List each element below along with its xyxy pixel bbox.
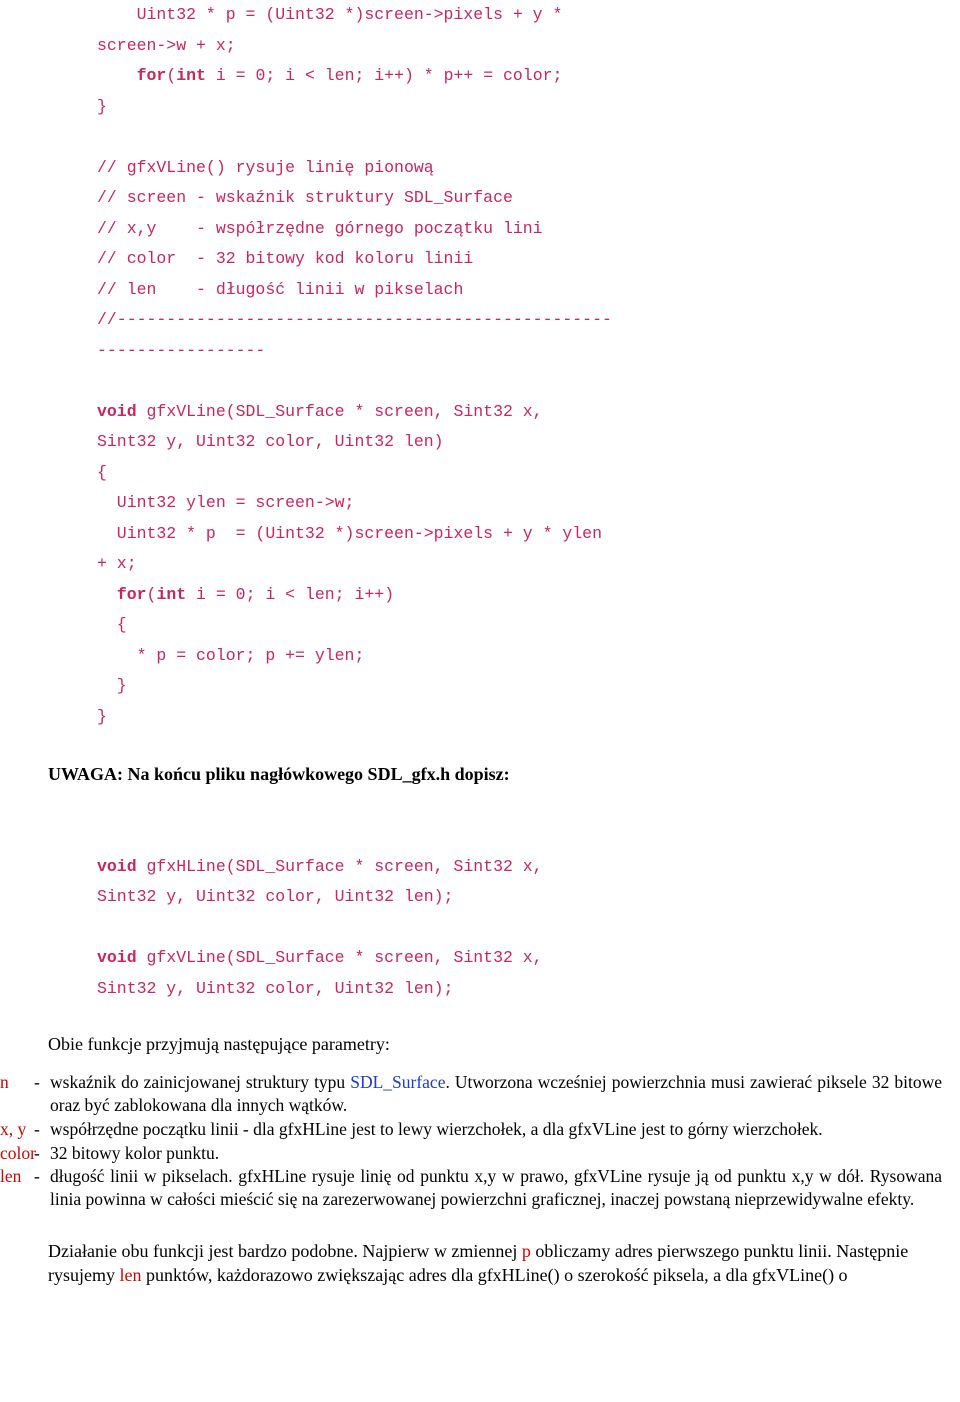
keyword-void: void bbox=[97, 402, 137, 421]
code-line: screen->w + x; bbox=[97, 31, 920, 62]
variable-p: p bbox=[522, 1241, 531, 1261]
code-block-1: Uint32 * p = (Uint32 *)screen->pixels + … bbox=[97, 0, 920, 732]
variable-len: len bbox=[120, 1265, 142, 1285]
blank-line bbox=[97, 913, 920, 944]
blank-line bbox=[97, 366, 920, 397]
code-line: Uint32 * p = (Uint32 *)screen->pixels + … bbox=[97, 519, 920, 550]
param-color: color - 32 bitowy kolor punktu. bbox=[0, 1142, 942, 1165]
code-line: } bbox=[97, 92, 920, 123]
param-name: len bbox=[0, 1165, 34, 1188]
code-line: { bbox=[97, 458, 920, 489]
code-line: Sint32 y, Uint32 color, Uint32 len) bbox=[97, 427, 920, 458]
param-dash: - bbox=[34, 1142, 50, 1165]
code-line: void gfxVLine(SDL_Surface * screen, Sint… bbox=[97, 397, 920, 428]
link-sdl-surface[interactable]: SDL_Surface bbox=[350, 1072, 445, 1092]
code-line: * p = color; p += ylen; bbox=[97, 641, 920, 672]
code-line: // len - długość linii w pikselach bbox=[97, 275, 920, 306]
param-dash: - bbox=[34, 1071, 50, 1094]
code-line: Uint32 ylen = screen->w; bbox=[97, 488, 920, 519]
param-desc: długość linii w pikselach. gfxHLine rysu… bbox=[50, 1165, 942, 1211]
param-len: len - długość linii w pikselach. gfxHLin… bbox=[0, 1165, 942, 1211]
code-line: // color - 32 bitowy kod koloru linii bbox=[97, 244, 920, 275]
code-line: Sint32 y, Uint32 color, Uint32 len); bbox=[97, 974, 920, 1005]
keyword-int: int bbox=[176, 66, 206, 85]
param-desc: 32 bitowy kolor punktu. bbox=[50, 1142, 942, 1165]
code-line: + x; bbox=[97, 549, 920, 580]
intro-text: Obie funkcje przyjmują następujące param… bbox=[48, 1032, 942, 1057]
param-name: x, y bbox=[0, 1118, 34, 1141]
param-n: n - wskaźnik do zainicjowanej struktury … bbox=[0, 1071, 942, 1117]
param-xy: x, y - współrzędne początku linii - dla … bbox=[0, 1118, 942, 1141]
code-line: Uint32 * p = (Uint32 *)screen->pixels + … bbox=[97, 0, 920, 31]
param-desc: wskaźnik do zainicjowanej struktury typu… bbox=[50, 1071, 942, 1117]
code-line: // gfxVLine() rysuje linię pionową bbox=[97, 153, 920, 184]
note-heading: UWAGA: Na końcu pliku nagłówkowego SDL_g… bbox=[48, 762, 960, 787]
code-line: void gfxHLine(SDL_Surface * screen, Sint… bbox=[97, 852, 920, 883]
param-name: n bbox=[0, 1071, 34, 1094]
code-line: for(int i = 0; i < len; i++) bbox=[97, 580, 920, 611]
code-line: } bbox=[97, 702, 920, 733]
param-desc: współrzędne początku linii - dla gfxHLin… bbox=[50, 1118, 942, 1141]
code-line: ----------------- bbox=[97, 336, 920, 367]
keyword-int: int bbox=[156, 585, 186, 604]
param-dash: - bbox=[34, 1118, 50, 1141]
keyword-void: void bbox=[97, 948, 137, 967]
param-dash: - bbox=[34, 1165, 50, 1188]
code-line: { bbox=[97, 610, 920, 641]
code-line: // x,y - współrzędne górnego początku li… bbox=[97, 214, 920, 245]
keyword-for: for bbox=[117, 585, 147, 604]
code-line: //--------------------------------------… bbox=[97, 305, 920, 336]
code-line: } bbox=[97, 671, 920, 702]
keyword-void: void bbox=[97, 857, 137, 876]
closing-paragraph: Działanie obu funkcji jest bardzo podobn… bbox=[48, 1239, 920, 1288]
code-line: for(int i = 0; i < len; i++) * p++ = col… bbox=[97, 61, 920, 92]
code-line: Sint32 y, Uint32 color, Uint32 len); bbox=[97, 882, 920, 913]
code-line: void gfxVLine(SDL_Surface * screen, Sint… bbox=[97, 943, 920, 974]
blank-line bbox=[97, 122, 920, 153]
param-name: color bbox=[0, 1142, 34, 1165]
keyword-for: for bbox=[137, 66, 167, 85]
parameter-list: n - wskaźnik do zainicjowanej struktury … bbox=[0, 1071, 942, 1211]
code-line: // screen - wskaźnik struktury SDL_Surfa… bbox=[97, 183, 920, 214]
code-block-2: void gfxHLine(SDL_Surface * screen, Sint… bbox=[97, 852, 920, 1005]
